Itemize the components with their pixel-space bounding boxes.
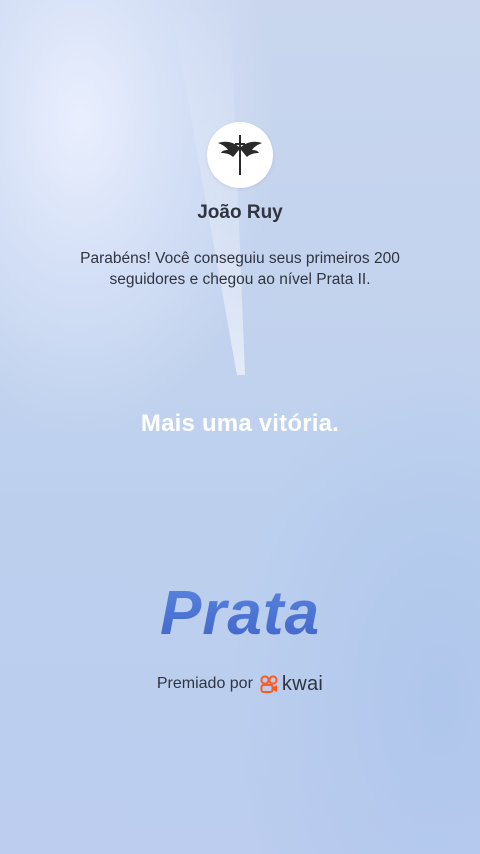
level-title: Prata [0,578,480,649]
avatar [207,122,273,188]
award-footer: Premiado por kwai [0,674,480,694]
victory-headline: Mais uma vitória. [140,410,340,437]
kwai-brand: kwai [259,674,323,694]
user-name: João Ruy [197,202,283,223]
kwai-brand-name: kwai [281,673,324,695]
congrats-message: Parabéns! Você conseguiu seus primeiros … [80,250,400,288]
award-label: Premiado por [156,675,253,692]
kwai-logo-icon [260,675,278,693]
winged-sword-icon [218,135,262,175]
